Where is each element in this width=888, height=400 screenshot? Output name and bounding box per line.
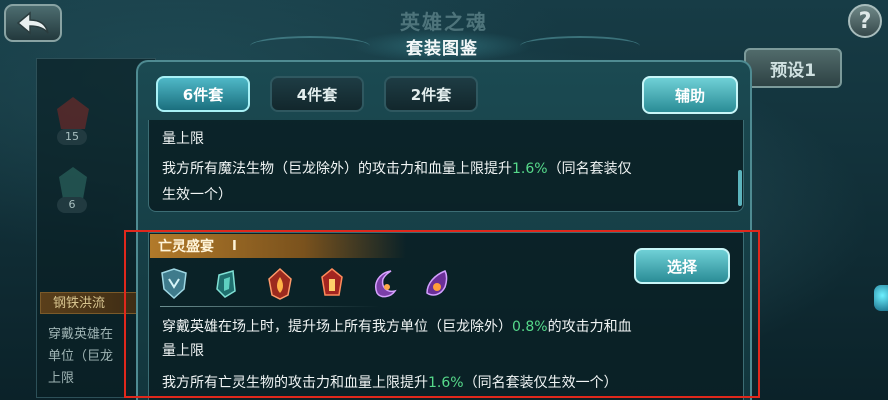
preset-button[interactable]: 预设1 xyxy=(744,48,842,88)
assist-button[interactable]: 辅助 xyxy=(642,76,738,114)
previous-set-bonus-text-tail: （同名套装仅 xyxy=(547,161,632,177)
title-wing-right-decoration xyxy=(520,36,640,56)
previous-set-text-line: 量上限 xyxy=(162,131,204,147)
scrollbar[interactable] xyxy=(738,170,742,206)
previous-set-bonus-line: 我方所有魔法生物（巨龙除外）的攻击力和血量上限提升1.6%（同名套装仅 xyxy=(162,158,632,178)
tab-6-piece[interactable]: 6件套 xyxy=(156,76,250,112)
back-arrow-icon xyxy=(16,11,49,35)
modal-title: 套装图鉴 xyxy=(406,38,478,59)
side-gem-icon[interactable] xyxy=(874,285,888,311)
modal-title-banner: 套装图鉴 xyxy=(352,30,532,62)
background-slot-count: 6 xyxy=(57,197,87,213)
background-slot-count: 15 xyxy=(57,129,87,145)
previous-set-bonus-value: 1.6% xyxy=(512,161,548,177)
previous-set-text-line: 生效一个） xyxy=(162,187,232,203)
previous-set-bonus-text: 我方所有魔法生物（巨龙除外）的攻击力和血量上限提升 xyxy=(162,161,512,177)
tab-2-piece[interactable]: 2件套 xyxy=(384,76,478,112)
tab-4-piece[interactable]: 4件套 xyxy=(270,76,364,112)
back-button[interactable] xyxy=(4,4,62,42)
help-button[interactable]: ? xyxy=(848,4,882,38)
annotation-highlight-box xyxy=(124,230,760,398)
